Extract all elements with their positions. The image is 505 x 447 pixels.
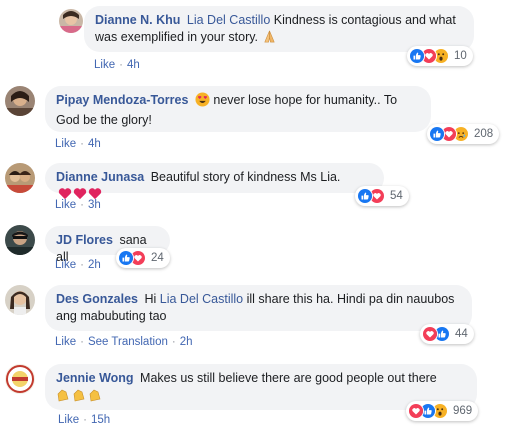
mention-link[interactable]: Lia Del Castillo xyxy=(187,13,270,27)
reaction-count: 208 xyxy=(474,128,494,140)
heart-eyes-emoji-icon xyxy=(195,92,210,112)
clapping-hands-emoji-icon xyxy=(56,387,104,408)
comment-author[interactable]: Dianne N. Khu xyxy=(95,13,180,27)
reaction-summary[interactable]: 24 xyxy=(116,248,170,268)
reaction-summary[interactable]: 969 xyxy=(406,401,479,421)
comment-actions: Like · 3h xyxy=(55,198,101,212)
like-action-link[interactable]: Like xyxy=(58,414,79,426)
like-action-link[interactable]: Like xyxy=(55,199,76,211)
reaction-count: 969 xyxy=(453,405,473,417)
separator-dot: · xyxy=(80,199,84,211)
avatar[interactable] xyxy=(5,86,35,116)
separator-dot: · xyxy=(80,259,84,271)
comment-actions: Like · 4h xyxy=(94,58,140,72)
avatar[interactable] xyxy=(5,225,35,255)
comment-timestamp[interactable]: 2h xyxy=(88,259,101,271)
separator-dot: · xyxy=(80,138,84,150)
comment-text: Makes us still believe there are good pe… xyxy=(140,371,437,385)
avatar[interactable] xyxy=(5,163,35,193)
see-translation-link[interactable]: See Translation xyxy=(88,336,168,348)
comment-actions: Like · 15h xyxy=(58,413,110,427)
comment-text: Beautiful story of kindness Ms Lia. xyxy=(150,170,341,184)
reaction-count: 10 xyxy=(454,50,467,62)
like-reaction-icon xyxy=(429,126,445,142)
reaction-count: 24 xyxy=(151,252,164,264)
reaction-summary[interactable]: 208 xyxy=(427,124,500,144)
comment-timestamp[interactable]: 2h xyxy=(180,336,193,348)
comment-bubble: Pipay Mendoza-Torres never lose hope for… xyxy=(45,86,431,132)
separator-dot: · xyxy=(171,336,176,348)
comment-timestamp[interactable]: 15h xyxy=(91,414,110,426)
comment-actions: Like · 4h xyxy=(55,137,101,151)
separator-dot: · xyxy=(119,59,123,71)
comment-author[interactable]: Pipay Mendoza-Torres xyxy=(56,93,188,107)
avatar[interactable] xyxy=(59,9,83,33)
separator-dot: · xyxy=(83,414,87,426)
folded-hands-emoji-icon xyxy=(262,29,277,49)
avatar[interactable] xyxy=(5,285,35,315)
mention-link[interactable]: Lia Del Castillo xyxy=(160,292,243,306)
comment-author[interactable]: JD Flores xyxy=(56,233,113,247)
like-action-link[interactable]: Like xyxy=(55,259,76,271)
separator-dot: · xyxy=(80,336,84,348)
reaction-summary[interactable]: 54 xyxy=(355,186,409,206)
like-reaction-icon xyxy=(409,48,425,64)
comment-actions: Like · 2h xyxy=(55,258,101,272)
comment-author[interactable]: Des Gonzales xyxy=(56,292,138,306)
like-reaction-icon xyxy=(357,188,373,204)
like-action-link[interactable]: Like xyxy=(55,138,76,150)
comment-actions: Like · See Translation · 2h xyxy=(55,335,193,349)
avatar[interactable] xyxy=(5,364,35,394)
like-action-link[interactable]: Like xyxy=(94,59,115,71)
comment-author[interactable]: Jennie Wong xyxy=(56,371,134,385)
reaction-count: 44 xyxy=(455,328,468,340)
comment-timestamp[interactable]: 3h xyxy=(88,199,101,211)
comment-bubble: Dianne Junasa Beautiful story of kindnes… xyxy=(45,163,384,200)
comment-text-prefix: Hi xyxy=(144,292,157,306)
reaction-summary[interactable]: 44 xyxy=(420,324,474,344)
comment-timestamp[interactable]: 4h xyxy=(127,59,140,71)
comment-timestamp[interactable]: 4h xyxy=(88,138,101,150)
reaction-summary[interactable]: 10 xyxy=(407,46,473,66)
like-reaction-icon xyxy=(118,250,134,266)
comment-bubble: Des Gonzales Hi Lia Del Castillo ill sha… xyxy=(45,285,472,331)
love-reaction-icon xyxy=(422,326,438,342)
comment-author[interactable]: Dianne Junasa xyxy=(56,170,144,184)
love-reaction-icon xyxy=(408,403,424,419)
reaction-count: 54 xyxy=(390,190,403,202)
like-action-link[interactable]: Like xyxy=(55,336,76,348)
